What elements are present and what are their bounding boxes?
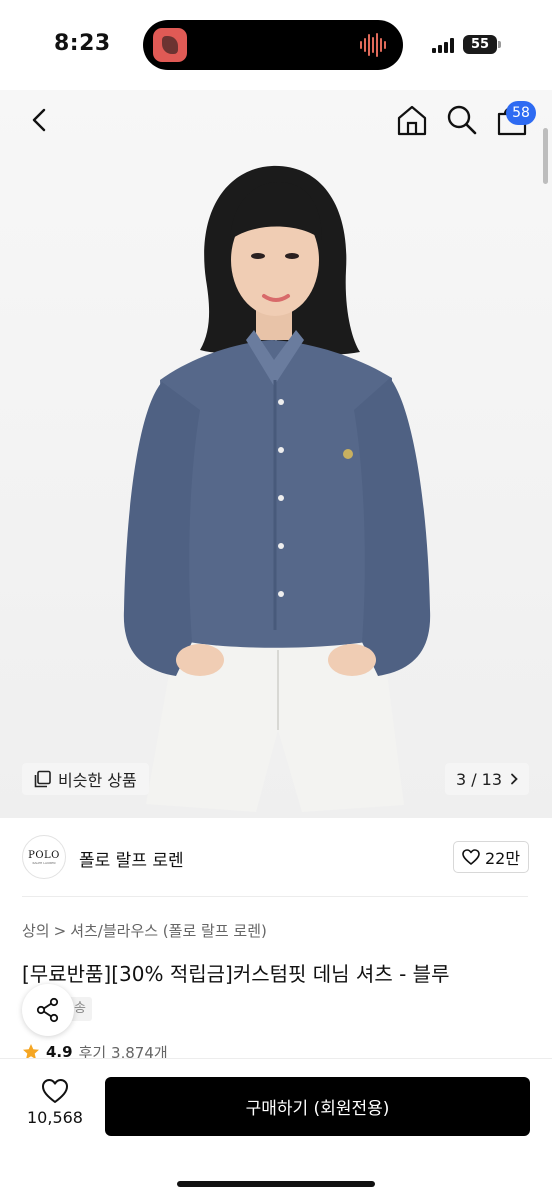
divider	[22, 896, 528, 897]
similar-products-button[interactable]: 비슷한 상품	[22, 763, 149, 795]
cart-count-badge: 58	[506, 101, 536, 125]
breadcrumb-level2[interactable]: 셔츠/블라우스 (폴로 랄프 로렌)	[70, 920, 267, 941]
wishlist-count: 10,568	[27, 1108, 83, 1127]
page-count: 3 / 13	[455, 769, 503, 789]
status-bar: 8:23 55	[0, 0, 552, 90]
home-indicator	[177, 1181, 375, 1187]
status-time: 8:23	[54, 31, 111, 56]
share-button[interactable]	[22, 984, 74, 1036]
audio-wave-icon	[360, 33, 386, 57]
battery-tip	[498, 41, 501, 48]
similar-icon	[34, 770, 51, 788]
heart-icon	[42, 1079, 68, 1103]
brand-like-count: 22만	[484, 849, 521, 868]
brand-name[interactable]: 폴로 랄프 로렌	[79, 846, 184, 871]
brand-like-button[interactable]: 22만	[453, 841, 529, 873]
brand-logo-subtext: RALPH LAUREN	[32, 860, 56, 865]
scrollbar[interactable]	[543, 128, 548, 184]
cellular-signal-icon	[432, 38, 454, 53]
product-image[interactable]	[0, 90, 552, 818]
brand-logo-text: POLO	[28, 849, 60, 861]
chevron-right-icon	[511, 773, 518, 785]
share-icon	[36, 997, 59, 1023]
heart-icon	[462, 849, 480, 865]
breadcrumb-separator: >	[53, 921, 67, 940]
model-photo	[123, 165, 431, 812]
product-title: [무료반품][30% 적립금]커스텀핏 데님 셔츠 - 블루	[22, 962, 450, 986]
breadcrumb: 상의 > 셔츠/블라우스 (폴로 랄프 로렌)	[22, 920, 267, 941]
image-page-indicator[interactable]: 3 / 13	[445, 763, 529, 795]
breadcrumb-level1[interactable]: 상의	[22, 920, 50, 941]
battery-indicator: 55	[463, 35, 497, 54]
search-icon[interactable]	[443, 100, 481, 140]
brand-logo[interactable]: POLO RALPH LAUREN	[22, 835, 66, 879]
wishlist-button[interactable]: 10,568	[22, 1078, 88, 1136]
dynamic-island[interactable]	[143, 20, 403, 70]
buy-button[interactable]: 구매하기 (회원전용)	[105, 1077, 530, 1136]
home-icon[interactable]	[393, 100, 431, 140]
back-button[interactable]	[22, 100, 58, 140]
similar-products-label: 비슷한 상품	[58, 771, 137, 790]
now-playing-thumbnail	[153, 28, 187, 62]
